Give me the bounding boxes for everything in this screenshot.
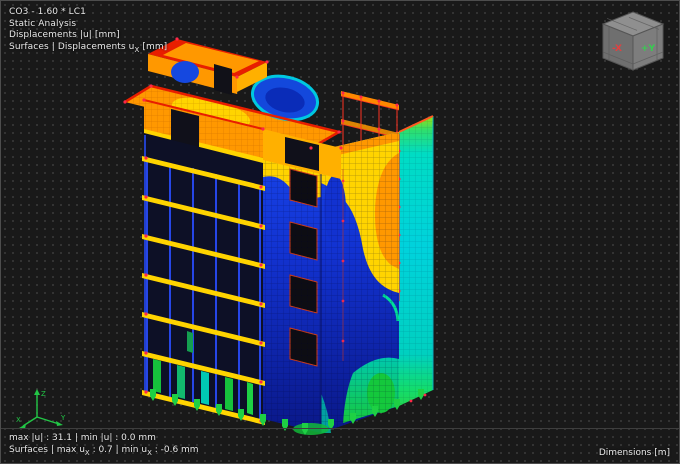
main-walls <box>263 132 400 433</box>
result-info-panel: CO3 - 1.60 * LC1 Static Analysis Displac… <box>9 7 167 56</box>
surface-max-min-p2: : 0.7 | min u <box>89 445 148 456</box>
surface-max-min-p1: Surfaces | max u <box>9 445 85 456</box>
axis-y-line <box>36 416 60 425</box>
axis-x-label: X <box>16 416 21 424</box>
surface-max-min-label: Surfaces | max uX : 0.7 | min uX : -0.6 … <box>9 444 199 459</box>
surface-result-label: Surfaces | Displacements uX [mm] <box>9 42 167 56</box>
building-model[interactable] <box>1 1 680 464</box>
navigation-cube[interactable]: -X +Y <box>593 6 673 78</box>
dimensions-label: Dimensions [m] <box>598 448 670 458</box>
axis-triad: Z Y X <box>16 389 66 429</box>
axis-z-label: Z <box>41 390 46 398</box>
status-bar: max |u| : 31.1 | min |u| : 0.0 mm Surfac… <box>1 428 679 463</box>
surface-max-min-p3: : -0.6 mm <box>151 445 199 456</box>
cube-face-label-y[interactable]: +Y <box>641 44 656 54</box>
axis-z-arrow <box>34 389 40 395</box>
east-facade <box>397 115 434 406</box>
max-min-displacement-label: max |u| : 31.1 | min |u| : 0.0 mm <box>9 433 156 444</box>
axis-y-label: Y <box>60 414 66 422</box>
analysis-type-label: Static Analysis <box>9 18 77 29</box>
frame-structure <box>142 133 265 425</box>
viewport-3d[interactable]: CO3 - 1.60 * LC1 Static Analysis Displac… <box>0 0 680 464</box>
surface-result-prefix: Surfaces | Displacements u <box>9 41 135 52</box>
result-type-label: Displacements |u| [mm] <box>9 30 120 40</box>
surface-result-suffix: [mm] <box>139 41 168 52</box>
load-combination-label: CO3 - 1.60 * LC1 <box>9 7 86 17</box>
status-left: max |u| : 31.1 | min |u| : 0.0 mm Surfac… <box>9 432 199 459</box>
cube-face-label-x[interactable]: -X <box>612 44 622 54</box>
